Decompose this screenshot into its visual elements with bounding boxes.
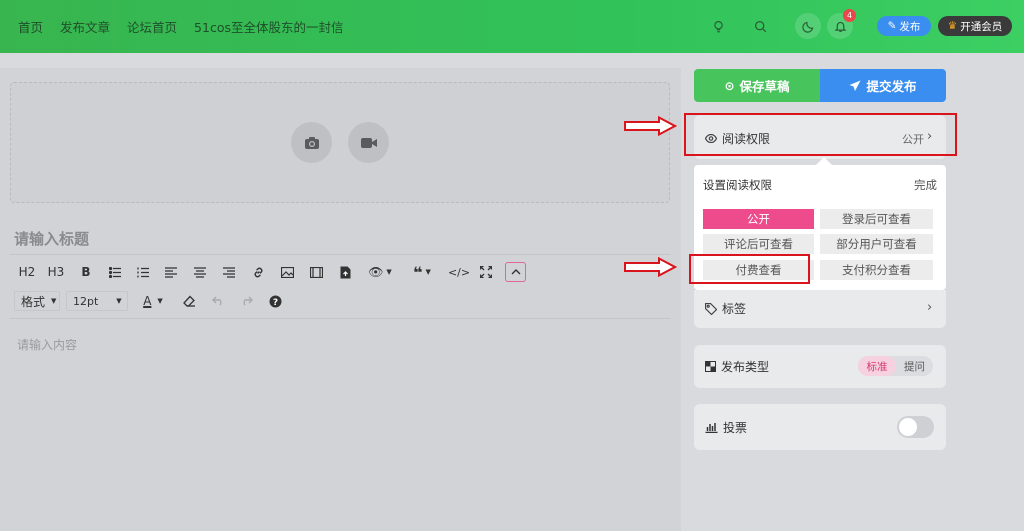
toggle-knob <box>899 418 917 436</box>
format-label: 格式 <box>21 294 46 309</box>
vote-toggle[interactable] <box>897 416 934 438</box>
tags-label: 标签 <box>722 302 747 316</box>
vip-label: 开通会员 <box>960 20 1003 33</box>
checker-icon <box>705 361 716 372</box>
popup-done-button[interactable]: 完成 <box>914 177 937 193</box>
heading2-button[interactable]: H2 <box>17 262 37 282</box>
save-draft-label: 保存草稿 <box>739 79 790 94</box>
chevron-down-icon: ▼ <box>386 268 392 276</box>
video-camera-icon[interactable] <box>348 122 389 163</box>
permission-option-public[interactable]: 公开 <box>703 209 814 229</box>
chevron-right-icon: › <box>927 300 933 315</box>
search-icon[interactable] <box>750 16 770 36</box>
align-right-icon[interactable] <box>220 262 238 282</box>
publish-type-row: 发布类型 <box>705 358 769 375</box>
lightbulb-icon[interactable] <box>708 16 728 36</box>
fullscreen-icon[interactable] <box>477 262 495 282</box>
nav-item-forum[interactable]: 论坛首页 <box>127 17 177 36</box>
save-icon: ⊙ <box>724 78 735 93</box>
permission-option-points[interactable]: 支付积分查看 <box>820 260 933 280</box>
format-select[interactable]: 格式 ▼ <box>14 291 60 311</box>
dark-mode-button[interactable] <box>795 13 821 39</box>
submit-label: 提交发布 <box>866 79 917 94</box>
content-editor[interactable]: 请输入内容 <box>17 336 77 353</box>
bold-button[interactable]: B <box>77 262 95 282</box>
nav-item-home[interactable]: 首页 <box>18 17 43 36</box>
submit-publish-button[interactable]: 提交发布 <box>820 69 946 102</box>
font-color-label: A <box>143 294 152 308</box>
annotation-arrow-icon <box>624 257 677 277</box>
permission-option-some-users[interactable]: 部分用户可查看 <box>820 234 933 254</box>
bell-icon <box>834 21 846 32</box>
title-input[interactable]: 请输入标题 <box>14 228 89 249</box>
link-icon[interactable] <box>249 262 267 282</box>
nav-item-publish-article[interactable]: 发布文章 <box>60 17 110 36</box>
annotation-box-read-permission <box>684 113 957 156</box>
permission-option-comment[interactable]: 评论后可查看 <box>703 234 814 254</box>
file-upload-icon[interactable] <box>336 262 354 282</box>
eye-icon: 👁 <box>368 265 384 279</box>
redo-icon[interactable] <box>237 291 255 311</box>
permission-option-login[interactable]: 登录后可查看 <box>820 209 933 229</box>
quote-dropdown[interactable]: ❝ ▼ <box>408 262 436 282</box>
vote-label: 投票 <box>723 421 748 435</box>
vip-button[interactable]: ♛ 开通会员 <box>938 16 1012 36</box>
font-size-select[interactable]: 12pt ▼ <box>66 291 128 311</box>
collapse-toolbar-button[interactable] <box>505 262 526 282</box>
chevron-down-icon: ▼ <box>51 297 57 305</box>
code-icon[interactable]: </> <box>448 262 470 282</box>
notification-badge: 4 <box>843 9 856 22</box>
popup-title: 设置阅读权限 <box>703 178 772 192</box>
image-icon[interactable] <box>278 262 296 282</box>
eraser-icon[interactable] <box>180 291 198 311</box>
bullet-list-icon[interactable] <box>106 262 124 282</box>
vote-row: 投票 <box>705 419 747 436</box>
popup-arrow <box>816 157 832 165</box>
divider <box>10 254 670 255</box>
crown-icon: ♛ <box>947 20 958 32</box>
heading3-button[interactable]: H3 <box>46 262 66 282</box>
header-publish-button[interactable]: ✎ 发布 <box>877 16 931 36</box>
numbered-list-icon[interactable] <box>134 262 152 282</box>
paper-plane-icon <box>849 80 861 91</box>
chevron-up-icon <box>511 269 520 275</box>
help-icon[interactable]: ? <box>266 291 284 311</box>
font-size-value: 12pt <box>73 294 99 308</box>
media-upload-area[interactable] <box>10 82 670 203</box>
undo-icon[interactable] <box>209 291 227 311</box>
tags-row: 标签 <box>705 300 746 317</box>
publish-type-question[interactable]: 提问 <box>896 356 933 376</box>
tag-icon <box>705 302 717 315</box>
publish-type-standard[interactable]: 标准 <box>858 356 896 376</box>
align-center-icon[interactable] <box>191 262 209 282</box>
save-draft-button[interactable]: ⊙ 保存草稿 <box>694 69 820 102</box>
font-color-dropdown[interactable]: A ▼ <box>136 291 170 311</box>
annotation-box-paid-view <box>689 254 810 284</box>
bar-chart-icon <box>705 423 718 433</box>
chevron-down-icon: ▼ <box>425 268 431 276</box>
camera-icon[interactable] <box>291 122 332 163</box>
hide-content-dropdown[interactable]: 👁 ▼ <box>364 262 396 282</box>
publish-type-switch[interactable]: 标准 提问 <box>858 356 933 376</box>
moon-icon <box>801 21 813 33</box>
divider <box>10 318 670 319</box>
publish-type-label: 发布类型 <box>721 360 770 374</box>
header-publish-label: 发布 <box>899 20 921 33</box>
chevron-down-icon: ▼ <box>157 297 163 305</box>
align-left-icon[interactable] <box>162 262 180 282</box>
video-icon[interactable] <box>307 262 325 282</box>
annotation-arrow-icon <box>624 116 677 136</box>
main-nav: 首页 发布文章 论坛首页 51cos至全体股东的一封信 <box>18 0 344 53</box>
chevron-down-icon: ▼ <box>116 297 122 305</box>
pen-icon: ✎ <box>887 20 897 32</box>
nav-item-letter[interactable]: 51cos至全体股东的一封信 <box>194 17 343 36</box>
svg-text:?: ? <box>272 298 277 308</box>
quote-icon: ❝ <box>413 262 423 282</box>
